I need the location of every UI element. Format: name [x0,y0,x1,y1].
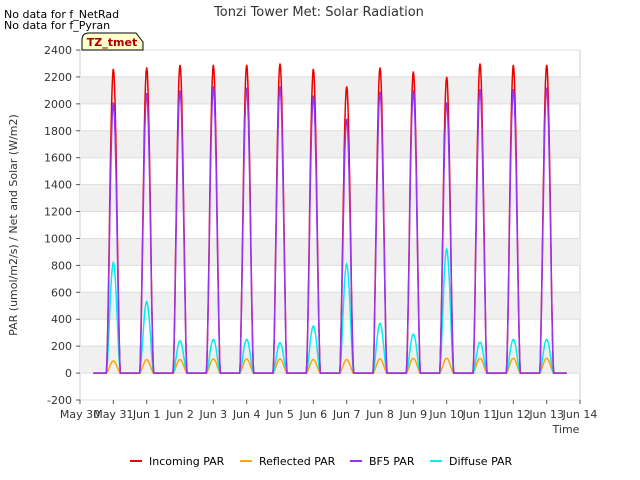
grid-band [80,238,580,266]
solar-radiation-chart: No data for f_NetRad No data for f_Pyran… [4,5,598,468]
y-tick-label: 0 [65,367,72,380]
grid-band [80,76,580,104]
x-tick-label: Jun 9 [398,408,427,421]
y-tick-label: 1000 [44,232,72,245]
x-tick-label: May 31 [93,408,133,421]
legend-label: Diffuse PAR [449,455,513,468]
badge-label: TZ_tmet [87,36,137,49]
x-tick-label: Jun 4 [232,408,261,421]
chart-title: Tonzi Tower Met: Solar Radiation [213,5,424,20]
y-tick-label: 200 [51,340,72,353]
y-tick-label: 600 [51,286,72,299]
grid-band [80,346,580,374]
grid-band [80,292,580,320]
y-axis-label: PAR (umol/m2/s) / Net and Solar (W/m2) [7,114,20,336]
x-tick-label: Jun 13 [528,408,564,421]
y-tick-label: 1600 [44,152,72,165]
x-tick-label: Jun 14 [562,408,598,421]
x-tick-label: Jun 8 [365,408,394,421]
x-tick-label: Jun 1 [132,408,161,421]
x-axis-label: Time [552,423,580,436]
grid-band [80,184,580,212]
y-tick-label: 2000 [44,98,72,111]
legend: Incoming PAR Reflected PAR BF5 PAR Diffuse … [130,455,513,468]
x-tick-label: Jun 7 [332,408,361,421]
y-tick-label: -200 [47,394,72,407]
y-tick-label: 2200 [44,71,72,84]
y-tick-label: 1200 [44,206,72,219]
y-tick-label: 400 [51,313,72,326]
grid-band [80,130,580,158]
x-tick-label: Jun 11 [462,408,498,421]
plot-area [79,49,581,401]
y-tick-label: 1400 [44,179,72,192]
legend-label: BF5 PAR [369,455,415,468]
legend-label: Incoming PAR [149,455,225,468]
x-tick-label: Jun 10 [428,408,464,421]
x-tick-label: Jun 12 [495,408,531,421]
x-tick-label: Jun 5 [265,408,294,421]
x-tick-label: Jun 2 [165,408,194,421]
x-tick-label: Jun 6 [298,408,327,421]
no-data-note-pyran: No data for f_Pyran [4,19,110,32]
y-tick-label: 800 [51,259,72,272]
legend-label: Reflected PAR [259,455,336,468]
y-tick-label: 2400 [44,44,72,57]
x-tick-label: Jun 3 [198,408,227,421]
y-tick-label: 1800 [44,125,72,138]
station-badge: TZ_tmet [81,32,144,51]
